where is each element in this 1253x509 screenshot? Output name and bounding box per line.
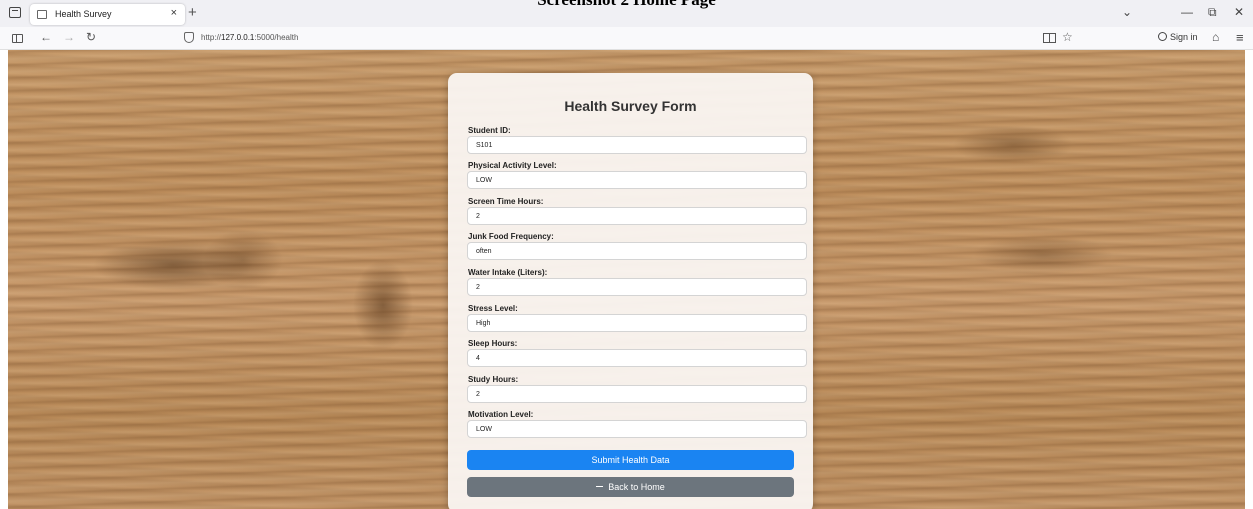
student-id-label: Student ID: [468, 126, 511, 135]
junk-food-input[interactable]: often [467, 242, 807, 260]
back-to-home-label: Back to Home [608, 482, 665, 492]
sleep-hours-input[interactable]: 4 [467, 349, 807, 367]
reload-icon[interactable]: ↻ [86, 30, 96, 44]
reader-view-icon[interactable] [1043, 33, 1056, 43]
sleep-hours-label: Sleep Hours: [468, 339, 518, 348]
study-hours-input[interactable]: 2 [467, 385, 807, 403]
back-arrow-icon[interactable]: ← [40, 30, 52, 44]
page-background: Health Survey Form Student ID: S101 Phys… [8, 50, 1245, 509]
submit-health-data-button[interactable]: Submit Health Data [467, 450, 794, 470]
url-host: 127.0.0.1 [221, 33, 255, 42]
document-caption: Screenshot 2 Home Page [0, 0, 1253, 9]
stress-level-label: Stress Level: [468, 304, 518, 313]
sign-in-button[interactable]: Sign in [1158, 32, 1198, 42]
back-to-home-button[interactable]: Back to Home [467, 477, 794, 497]
tab-title: Health Survey [55, 9, 112, 19]
survey-card: Health Survey Form Student ID: S101 Phys… [448, 73, 813, 509]
dash-icon [596, 486, 604, 487]
bookmark-star-icon[interactable]: ☆ [1062, 30, 1073, 44]
water-intake-input[interactable]: 2 [467, 278, 807, 296]
sidebar-icon[interactable] [12, 34, 23, 43]
extensions-icon[interactable]: ⌂ [1212, 30, 1219, 44]
study-hours-label: Study Hours: [468, 375, 519, 384]
url-prefix: http:// [201, 33, 222, 42]
screen-time-label: Screen Time Hours: [468, 197, 544, 206]
page-icon [37, 10, 47, 19]
junk-food-label: Junk Food Frequency: [468, 232, 554, 241]
navigation-bar: ← → ↻ http://127.0.0.1:5000/health ☆ Sig… [0, 27, 1253, 50]
forward-arrow-icon[interactable]: → [63, 30, 75, 44]
screen-time-input[interactable]: 2 [467, 207, 807, 225]
url-bar[interactable]: http://127.0.0.1:5000/health [201, 33, 298, 42]
motivation-level-input[interactable]: LOW [467, 420, 807, 438]
physical-activity-label: Physical Activity Level: [468, 161, 557, 170]
url-path: :5000/health [254, 33, 299, 42]
student-id-input[interactable]: S101 [467, 136, 807, 154]
stress-level-input[interactable]: High [467, 314, 807, 332]
motivation-level-label: Motivation Level: [468, 410, 534, 419]
form-title: Health Survey Form [564, 98, 697, 114]
physical-activity-input[interactable]: LOW [467, 171, 807, 189]
menu-icon[interactable]: ≡ [1236, 30, 1244, 45]
water-intake-label: Water Intake (Liters): [468, 268, 548, 277]
account-icon [1158, 32, 1167, 41]
shield-icon[interactable] [184, 32, 194, 43]
sign-in-label: Sign in [1170, 32, 1198, 42]
